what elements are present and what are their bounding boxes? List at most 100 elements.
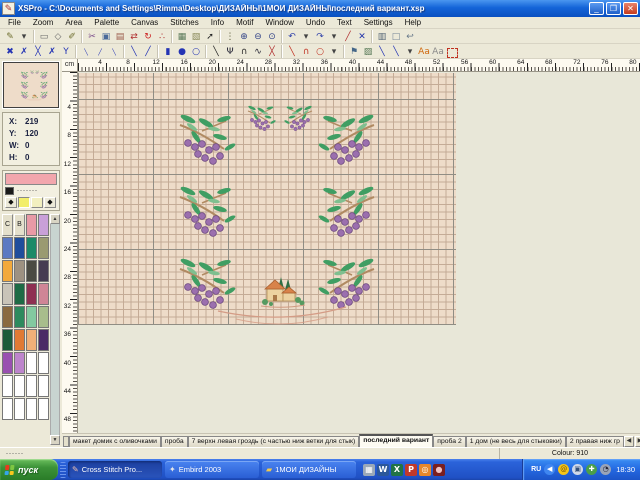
- taskbar-clock[interactable]: 18:30: [616, 465, 635, 474]
- start-button[interactable]: пуск: [0, 459, 58, 480]
- menu-item[interactable]: Zoom: [27, 17, 59, 29]
- palette-swatch[interactable]: [26, 214, 37, 236]
- mirror-tool[interactable]: ⇄: [127, 30, 141, 43]
- palette-swatch[interactable]: [14, 352, 25, 374]
- title-bar[interactable]: ✎ XSPro - C:\Documents and Settings\Rimm…: [0, 0, 640, 17]
- palette-swatch[interactable]: [14, 398, 25, 420]
- blue-line-a[interactable]: ╲: [375, 45, 389, 58]
- text-small-tool[interactable]: Aa: [431, 45, 445, 58]
- palette-swatch[interactable]: [26, 398, 37, 420]
- menu-item[interactable]: Motif: [230, 17, 259, 29]
- palette-swatch[interactable]: [2, 237, 13, 259]
- oval-stitch[interactable]: ●: [175, 45, 189, 58]
- quarter-stitch-a[interactable]: ╲: [79, 45, 93, 58]
- taskbar-task-button[interactable]: ▰ 1МОИ ДИЗАЙНЫ: [262, 461, 356, 478]
- palette-swatch[interactable]: [38, 306, 49, 328]
- pattern-tab[interactable]: 7 верхн левая гроздь (с частью ниж ветки…: [188, 436, 360, 447]
- palette-swatch[interactable]: [26, 329, 37, 351]
- two-color-cross[interactable]: ╳: [265, 45, 279, 58]
- picture-tool[interactable]: ▨: [361, 45, 375, 58]
- pattern-tab[interactable]: проба: [161, 436, 188, 447]
- language-indicator[interactable]: RU: [531, 466, 541, 473]
- taskbar-task-button[interactable]: ✦ Embird 2003: [165, 461, 259, 478]
- palette-swatch[interactable]: [2, 306, 13, 328]
- vertical-stitch[interactable]: ▮: [161, 45, 175, 58]
- pale-button[interactable]: [31, 197, 43, 208]
- collapse-chevron-icon[interactable]: ◀: [544, 464, 555, 475]
- palette-swatch[interactable]: [26, 352, 37, 374]
- menu-item[interactable]: Settings: [358, 17, 399, 29]
- diamond-button-right[interactable]: ◆: [44, 197, 56, 208]
- palette-swatch[interactable]: [38, 398, 49, 420]
- menu-item[interactable]: Window: [259, 17, 299, 29]
- half-stitch-forward[interactable]: ╱: [141, 45, 155, 58]
- app-window-icon[interactable]: ▦: [363, 464, 375, 476]
- pattern-tab[interactable]: последний вариант: [359, 434, 433, 447]
- scatter-tool[interactable]: ∴: [155, 30, 169, 43]
- menu-item[interactable]: Palette: [88, 17, 125, 29]
- three-quarter-stitch-b[interactable]: ╳: [31, 45, 45, 58]
- zoom-in-tool[interactable]: ⊕: [237, 30, 251, 43]
- tab-scroll-left[interactable]: ◀: [624, 436, 634, 447]
- blue-line-b[interactable]: ╲: [389, 45, 403, 58]
- palette-b-button[interactable]: B: [14, 214, 25, 236]
- pointer-arrow-tool[interactable]: ➚: [203, 30, 217, 43]
- pattern-tab[interactable]: проба 2: [433, 436, 465, 447]
- messenger-icon[interactable]: ◎: [419, 464, 431, 476]
- palette-swatch[interactable]: [38, 260, 49, 282]
- palette-swatch[interactable]: [26, 260, 37, 282]
- menu-item[interactable]: Canvas: [125, 17, 164, 29]
- backstitch-curve[interactable]: ∩: [237, 45, 251, 58]
- icq-icon[interactable]: @: [558, 464, 569, 475]
- palette-swatch[interactable]: [2, 283, 13, 305]
- y-stitch[interactable]: Y: [59, 45, 73, 58]
- design-preview[interactable]: [3, 62, 59, 108]
- quarter-stitch-b[interactable]: ╱: [93, 45, 107, 58]
- three-quarter-stitch-a[interactable]: ✗: [17, 45, 31, 58]
- export-window-tool[interactable]: ▦: [175, 30, 189, 43]
- palette-swatch[interactable]: [38, 375, 49, 397]
- menu-item[interactable]: Area: [59, 17, 88, 29]
- french-knot-stitch[interactable]: ○: [189, 45, 203, 58]
- backstitch-branch[interactable]: Ψ: [223, 45, 237, 58]
- palette-swatch[interactable]: [38, 283, 49, 305]
- pattern-tab[interactable]: макет домик с оливочками: [69, 436, 161, 447]
- diamond-button-left[interactable]: ◆: [5, 197, 17, 208]
- highlight-button[interactable]: [18, 197, 30, 208]
- palette-swatch[interactable]: [2, 260, 13, 282]
- backstitch-line[interactable]: ╲: [209, 45, 223, 58]
- stitch-canvas[interactable]: [78, 73, 456, 325]
- powerpoint-icon[interactable]: P: [405, 464, 417, 476]
- palette-swatch[interactable]: [2, 375, 13, 397]
- sheet-tool[interactable]: ▧: [189, 30, 203, 43]
- revert-tool[interactable]: ↩: [403, 30, 417, 43]
- current-color-swatch[interactable]: [5, 173, 57, 185]
- media-icon[interactable]: ●: [433, 464, 445, 476]
- undo-dropdown[interactable]: ▾: [299, 30, 313, 43]
- pattern-tab[interactable]: 2 правая ниж гр: [566, 436, 624, 447]
- copy-page-tool[interactable]: ▥: [375, 30, 389, 43]
- select-rect-tool[interactable]: ▭: [37, 30, 51, 43]
- copy-motif-tool[interactable]: ▣: [99, 30, 113, 43]
- palette-swatch[interactable]: [14, 375, 25, 397]
- minimize-button[interactable]: _: [589, 2, 604, 15]
- text-large-tool[interactable]: Aa: [417, 45, 431, 58]
- palette-swatch[interactable]: [26, 306, 37, 328]
- zoom-out-tool[interactable]: ⊖: [251, 30, 265, 43]
- rotate-tool[interactable]: ↻: [141, 30, 155, 43]
- pencil-dropdown[interactable]: ▾: [17, 30, 31, 43]
- palette-swatch[interactable]: [26, 237, 37, 259]
- palette-swatch[interactable]: [14, 283, 25, 305]
- app-tray-icon[interactable]: ▣: [572, 464, 583, 475]
- palette-c-button[interactable]: C: [2, 214, 13, 236]
- erase-tool[interactable]: ✐: [65, 30, 79, 43]
- knot-tool[interactable]: ⚑: [347, 45, 361, 58]
- menu-item[interactable]: Stitches: [164, 17, 204, 29]
- excel-icon[interactable]: X: [391, 464, 403, 476]
- maximize-button[interactable]: ❐: [606, 2, 621, 15]
- quarter-stitch-c[interactable]: ╲: [107, 45, 121, 58]
- palette-swatch[interactable]: [38, 214, 49, 236]
- menu-item[interactable]: File: [2, 17, 27, 29]
- taskbar-task-button[interactable]: ✎ Cross Stitch Pro...: [68, 461, 162, 478]
- word-icon[interactable]: W: [377, 464, 389, 476]
